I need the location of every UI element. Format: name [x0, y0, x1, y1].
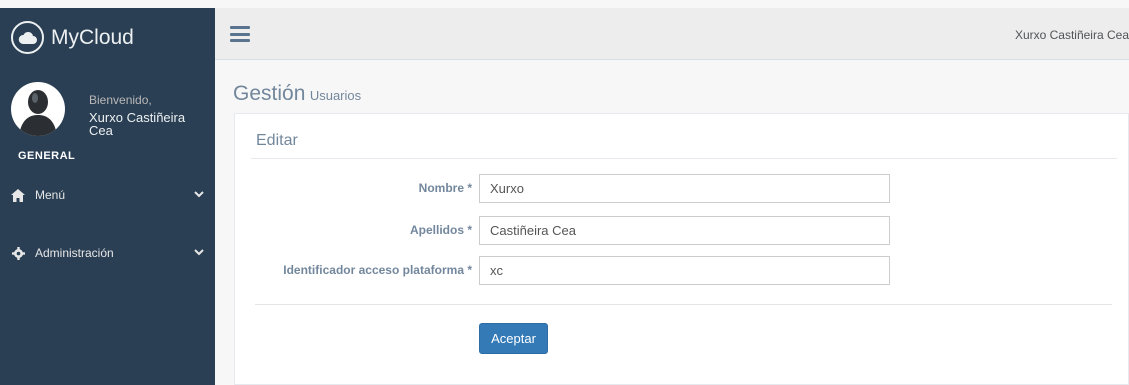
identificador-label: Identificador acceso plataforma * — [283, 263, 472, 277]
cloud-icon — [11, 21, 44, 54]
sidebar-item-label: Administración — [35, 246, 114, 260]
page-title-main: Gestión — [233, 82, 306, 105]
divider — [251, 158, 1117, 159]
welcome-text: Bienvenido, — [89, 93, 152, 107]
sidebar: MyCloud Bienvenido, Xurxo Castiñeira Cea… — [0, 8, 215, 385]
chevron-down-icon — [194, 188, 204, 202]
section-title-general: GENERAL — [18, 150, 76, 162]
sidebar-item-menu[interactable]: Menú — [0, 180, 215, 210]
page-title-sub: Usuarios — [309, 88, 362, 103]
profile: Bienvenido, Xurxo Castiñeira Cea — [0, 67, 215, 147]
divider — [255, 304, 1112, 305]
home-icon — [11, 188, 25, 202]
aceptar-button[interactable]: Aceptar — [479, 323, 548, 354]
brand-name: MyCloud — [51, 25, 134, 49]
menu-toggle-icon[interactable] — [230, 26, 250, 42]
profile-username: Xurxo Castiñeira Cea — [89, 110, 186, 138]
edit-panel: Editar Nombre * Apellidos * Identificado… — [234, 113, 1129, 385]
apellidos-field[interactable] — [479, 216, 890, 245]
chevron-down-icon — [194, 246, 204, 260]
sidebar-item-label: Menú — [35, 188, 66, 202]
nombre-field[interactable] — [479, 174, 890, 203]
avatar — [11, 82, 65, 136]
gear-icon — [11, 246, 25, 260]
sidebar-item-administracion[interactable]: Administración — [0, 238, 215, 268]
brand[interactable]: MyCloud — [0, 8, 215, 67]
page-title: Gestión Usuarios — [233, 82, 361, 106]
panel-title: Editar — [256, 132, 298, 149]
top-nav: Xurxo Castiñeira Cea — [215, 8, 1129, 60]
nombre-label: Nombre * — [418, 181, 472, 195]
apellidos-label: Apellidos * — [409, 223, 472, 237]
top-user-menu[interactable]: Xurxo Castiñeira Cea — [1015, 28, 1129, 42]
identificador-field[interactable] — [479, 256, 890, 285]
